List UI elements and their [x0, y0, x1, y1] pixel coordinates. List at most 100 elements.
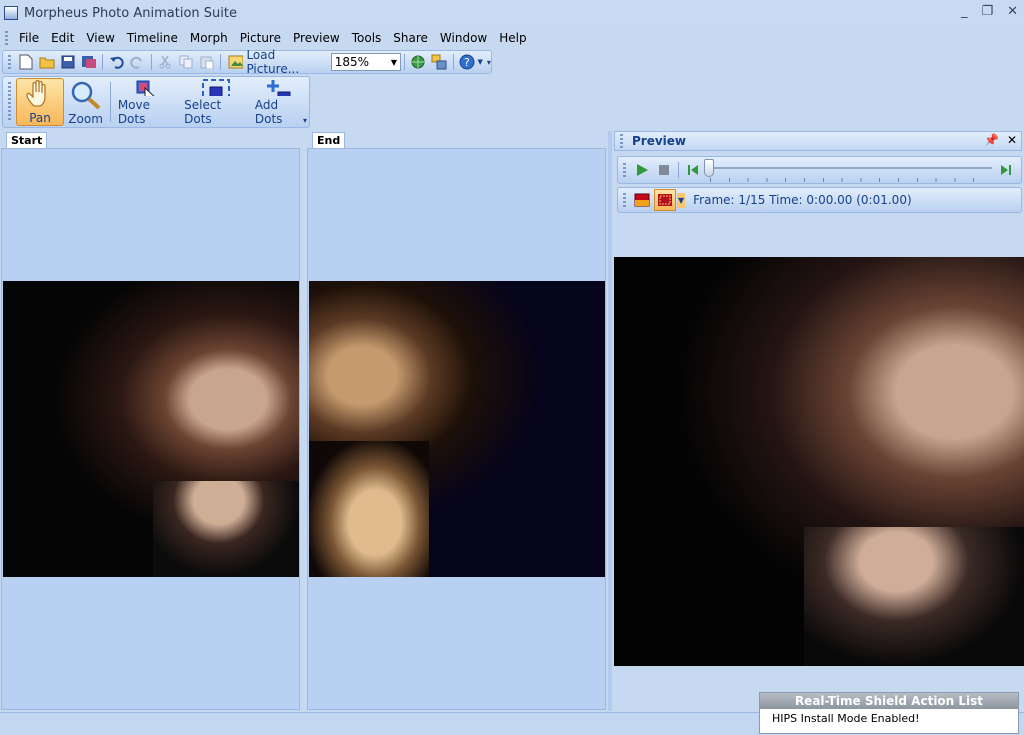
maximize-button[interactable]: ❐ — [981, 4, 993, 19]
add-dots-label: Add Dots — [254, 98, 283, 126]
stop-icon[interactable] — [654, 160, 674, 180]
select-dots-label: Select Dots — [184, 98, 222, 126]
toolbar-overflow-icon[interactable]: ▾ — [487, 58, 491, 67]
preview-grip[interactable] — [620, 134, 623, 148]
tools-overflow-icon[interactable]: ▾ — [303, 116, 307, 125]
last-frame-icon[interactable] — [996, 160, 1016, 180]
zoom-tool-button[interactable]: Zoom — [64, 78, 107, 126]
menu-bar: File Edit View Timeline Morph Picture Pr… — [0, 28, 1024, 48]
zoom-dropdown[interactable]: 185% ▼ — [330, 53, 402, 71]
menu-grip[interactable] — [5, 31, 8, 45]
playback-grip[interactable] — [623, 163, 626, 177]
toolbar-separator — [150, 54, 152, 70]
undo-icon[interactable] — [107, 52, 126, 72]
close-button[interactable]: ✕ — [1007, 4, 1018, 19]
menu-picture[interactable]: Picture — [234, 29, 287, 47]
menu-file[interactable]: File — [13, 29, 45, 47]
app-icon — [4, 6, 18, 20]
hand-icon — [26, 79, 46, 107]
menu-tools[interactable]: Tools — [346, 29, 388, 47]
toolbar-separator — [102, 54, 104, 70]
window-title: Morpheus Photo Animation Suite — [24, 5, 237, 21]
paste-icon[interactable] — [198, 52, 217, 72]
frame-toolbar: ▼ Frame: 1/15 Time: 0:00.00 (0:01.00) — [617, 187, 1022, 213]
preview-image — [614, 257, 1024, 666]
save-icon[interactable] — [59, 52, 78, 72]
frame-grip[interactable] — [623, 193, 626, 207]
toolbar-grip[interactable] — [8, 55, 11, 69]
add-dots-icon — [266, 80, 291, 96]
menu-timeline[interactable]: Timeline — [121, 29, 184, 47]
menu-edit[interactable]: Edit — [45, 29, 80, 47]
gradient-fill-icon[interactable] — [654, 189, 676, 211]
notification-title: Real-Time Shield Action List — [760, 693, 1018, 709]
preview-header: Preview 📌 ✕ — [614, 131, 1022, 151]
tab-start[interactable]: Start — [6, 132, 48, 149]
menu-morph[interactable]: Morph — [184, 29, 234, 47]
fill-dropdown-chevron-icon[interactable]: ▼ — [677, 192, 686, 208]
menu-window[interactable]: Window — [434, 29, 493, 47]
open-folder-icon[interactable] — [38, 52, 57, 72]
playback-toolbar — [617, 156, 1022, 184]
shield-notification[interactable]: Real-Time Shield Action List HIPS Instal… — [759, 692, 1019, 734]
toolbar-separator — [452, 54, 454, 70]
add-dots-tool-button[interactable]: Add Dots — [251, 78, 309, 126]
move-dots-icon — [136, 80, 155, 96]
select-dots-icon — [201, 79, 230, 96]
window-controls: _ ❐ ✕ — [961, 4, 1018, 19]
toolbar-separator — [220, 54, 222, 70]
title-bar: Morpheus Photo Animation Suite _ ❐ ✕ — [0, 0, 1024, 26]
menu-help[interactable]: Help — [493, 29, 532, 47]
cut-icon[interactable] — [156, 52, 175, 72]
web-share-icon[interactable] — [409, 52, 428, 72]
minimize-button[interactable]: _ — [961, 4, 968, 19]
menu-preview[interactable]: Preview — [287, 29, 346, 47]
frame-slider-thumb[interactable] — [704, 159, 714, 177]
load-picture-label: Load Picture... — [246, 48, 300, 76]
frame-slider-ticks — [710, 178, 992, 182]
pin-icon[interactable]: 📌 — [984, 133, 999, 147]
end-image-detail — [309, 441, 429, 577]
tools-grip[interactable] — [8, 82, 11, 122]
frame-slider-track[interactable] — [710, 167, 992, 169]
toolbar-separator — [404, 54, 405, 70]
pan-tool-label: Pan — [29, 111, 51, 125]
move-dots-tool-button[interactable]: Move Dots — [114, 78, 180, 126]
preview-title: Preview — [632, 134, 687, 148]
menu-view[interactable]: View — [80, 29, 120, 47]
toolbar-separator — [109, 82, 111, 122]
copy-icon[interactable] — [177, 52, 196, 72]
first-frame-icon[interactable] — [683, 160, 703, 180]
menu-share[interactable]: Share — [387, 29, 434, 47]
play-icon[interactable] — [632, 160, 652, 180]
tools-toolbar: Pan Zoom Move Dots Select Dots Add Dots … — [2, 76, 310, 128]
picture-icon — [228, 55, 244, 69]
help-icon[interactable]: ? — [458, 52, 477, 72]
start-image — [3, 281, 299, 577]
save-as-icon[interactable] — [79, 52, 98, 72]
preview-image-detail — [804, 527, 1024, 666]
background-color-icon[interactable] — [632, 190, 652, 210]
end-panel[interactable] — [307, 148, 606, 710]
start-panel[interactable] — [1, 148, 300, 710]
load-picture-button[interactable]: Load Picture... — [224, 48, 330, 76]
pan-tool-button[interactable]: Pan — [15, 78, 65, 126]
notification-message: HIPS Install Mode Enabled! — [772, 712, 920, 725]
export-icon[interactable] — [430, 52, 449, 72]
end-image — [309, 281, 605, 577]
toolbar-separator — [678, 162, 679, 178]
new-file-icon[interactable] — [17, 52, 36, 72]
help-dropdown-chevron-icon[interactable]: ▼ — [477, 58, 482, 66]
select-dots-tool-button[interactable]: Select Dots — [180, 78, 251, 126]
zoom-value: 185% — [334, 55, 370, 69]
close-preview-icon[interactable]: ✕ — [1007, 133, 1017, 147]
panel-splitter[interactable] — [608, 131, 612, 711]
tab-end[interactable]: End — [312, 132, 346, 149]
standard-toolbar: Load Picture... 185% ▼ ? ▼ ▾ — [2, 48, 492, 76]
move-dots-label: Move Dots — [117, 98, 150, 126]
chevron-down-icon: ▼ — [390, 57, 398, 67]
redo-icon[interactable] — [128, 52, 147, 72]
start-image-detail — [153, 481, 299, 577]
frame-info: Frame: 1/15 Time: 0:00.00 (0:01.00) — [693, 193, 912, 207]
zoom-tool-label: Zoom — [68, 112, 103, 126]
